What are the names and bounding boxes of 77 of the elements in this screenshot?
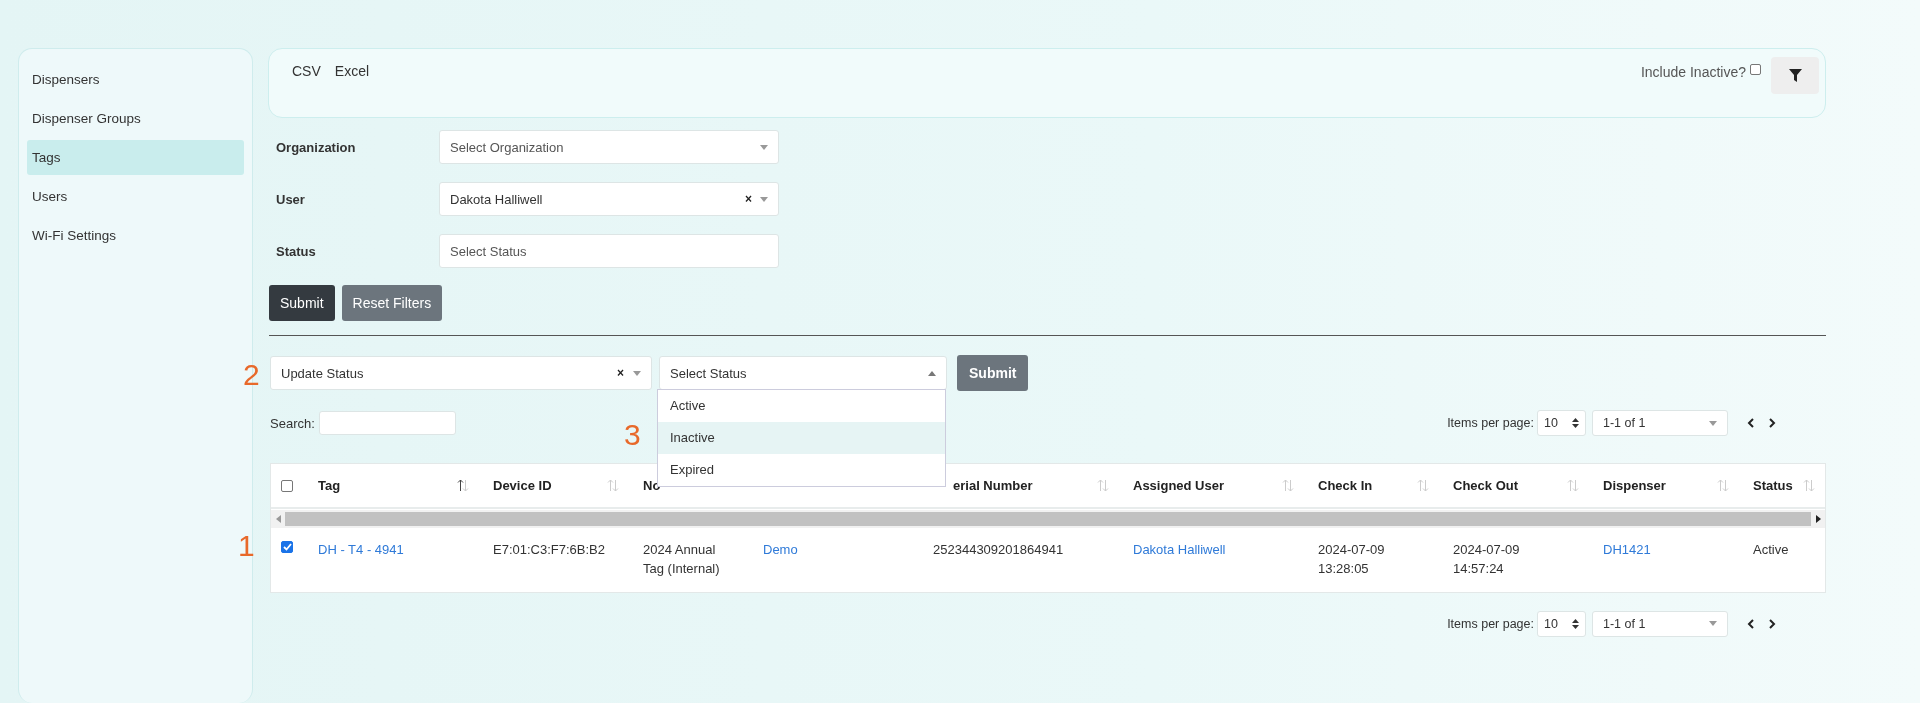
- caret-icon: [1709, 420, 1717, 426]
- table-link[interactable]: Dakota Halliwell: [1121, 528, 1306, 592]
- column-header[interactable]: Check In: [1318, 478, 1417, 493]
- field-value: Update Status: [281, 365, 365, 381]
- select-field[interactable]: Dakota Halliwell ×: [439, 182, 779, 216]
- field-value: Dakota Halliwell: [450, 191, 544, 207]
- column-header[interactable]: Tag: [318, 478, 457, 493]
- column-header[interactable]: erial Number: [953, 478, 1097, 493]
- filter-icon: [1788, 69, 1802, 82]
- annotation-number: 3: [624, 420, 641, 450]
- placeholder: Select Status: [450, 243, 528, 259]
- placeholder: Select Status: [670, 365, 748, 381]
- select-field[interactable]: Select Status: [659, 356, 947, 390]
- sidebar-item[interactable]: Users: [27, 179, 244, 214]
- clear-icon[interactable]: ×: [745, 192, 752, 206]
- stepper-icon: [1572, 618, 1579, 629]
- items-per-page-select[interactable]: 10: [1537, 610, 1586, 637]
- checkbox[interactable]: [281, 479, 293, 492]
- select-field[interactable]: Select Status: [439, 234, 779, 268]
- caret-icon: [760, 144, 768, 150]
- sidebar-item[interactable]: Dispenser Groups: [27, 101, 244, 136]
- field-label: User: [276, 192, 305, 207]
- column-header[interactable]: Status: [1753, 478, 1803, 493]
- search-field[interactable]: [318, 411, 456, 435]
- export-button[interactable]: Excel: [327, 57, 377, 83]
- export-button[interactable]: CSV: [285, 57, 328, 83]
- annotation-number: 1: [238, 531, 255, 561]
- clear-icon[interactable]: ×: [617, 366, 624, 380]
- next-page-icon[interactable]: [1769, 618, 1776, 629]
- scroll-right-icon[interactable]: [1815, 515, 1821, 523]
- column-header[interactable]: Check Out: [1453, 478, 1567, 493]
- dropdown-option[interactable]: Expired: [658, 454, 945, 486]
- table-cell-text: 2024-07-09 13:28:05: [1317, 541, 1386, 578]
- submit-button[interactable]: Submit: [269, 285, 335, 321]
- sidebar-item[interactable]: Tags: [27, 140, 244, 175]
- table-cell-text: 2024 Annual Tag (Internal): [642, 541, 721, 578]
- annotation-number: 2: [243, 360, 260, 390]
- stepper-icon: [1572, 418, 1579, 428]
- checkbox[interactable]: [281, 541, 293, 553]
- caret-icon: [633, 370, 641, 376]
- page-range-select[interactable]: 1-1 of 1: [1592, 410, 1728, 436]
- table-link[interactable]: Demo: [751, 528, 921, 592]
- sidebar-item[interactable]: Wi-Fi Settings: [27, 218, 244, 253]
- select-field[interactable]: Select Organization: [439, 130, 779, 164]
- checkbox[interactable]: [1750, 63, 1761, 75]
- table-cell-text: 2024-07-09 14:57:24: [1452, 541, 1521, 578]
- page-range-select[interactable]: 1-1 of 1: [1592, 610, 1728, 637]
- caret-icon: [1709, 621, 1717, 627]
- sort-icon[interactable]: [457, 479, 469, 492]
- select-field[interactable]: Update Status ×: [270, 356, 652, 390]
- table-link[interactable]: DH - T4 - 4941: [306, 528, 481, 592]
- items-per-page-label: Items per page:: [1447, 616, 1534, 631]
- field-label: Organization: [276, 140, 356, 155]
- next-page-icon[interactable]: [1769, 418, 1776, 428]
- checkbox-label: Include Inactive?: [1640, 64, 1746, 80]
- search-label: Search:: [270, 415, 315, 431]
- table-link[interactable]: DH1421: [1591, 528, 1741, 592]
- dropdown-option[interactable]: Active: [658, 390, 945, 422]
- column-header[interactable]: Dispenser: [1603, 478, 1717, 493]
- scroll-left-icon[interactable]: [275, 515, 281, 523]
- filter-button[interactable]: [1771, 57, 1819, 94]
- caret-icon: [760, 196, 768, 202]
- horizontal-scrollbar[interactable]: [271, 510, 1825, 528]
- dropdown-option[interactable]: Inactive: [658, 422, 945, 454]
- column-header[interactable]: Assigned User: [1133, 478, 1282, 493]
- placeholder: Select Organization: [450, 139, 565, 155]
- reset-button[interactable]: Reset Filters: [341, 285, 443, 321]
- column-header[interactable]: Device ID: [493, 478, 607, 493]
- table-cell-text: E7:01:C3:F7:6B:B2: [492, 541, 606, 559]
- table-cell-text: Active: [1752, 541, 1790, 559]
- table-cell-text: 252344309201864941: [932, 541, 1065, 559]
- field-label: Status: [276, 244, 316, 259]
- items-per-page-select[interactable]: 10: [1537, 410, 1586, 436]
- caret-icon: [928, 370, 936, 376]
- submit-button[interactable]: Submit: [957, 355, 1029, 391]
- items-per-page-label: Items per page:: [1447, 416, 1534, 430]
- sidebar-item[interactable]: Dispensers: [27, 62, 244, 97]
